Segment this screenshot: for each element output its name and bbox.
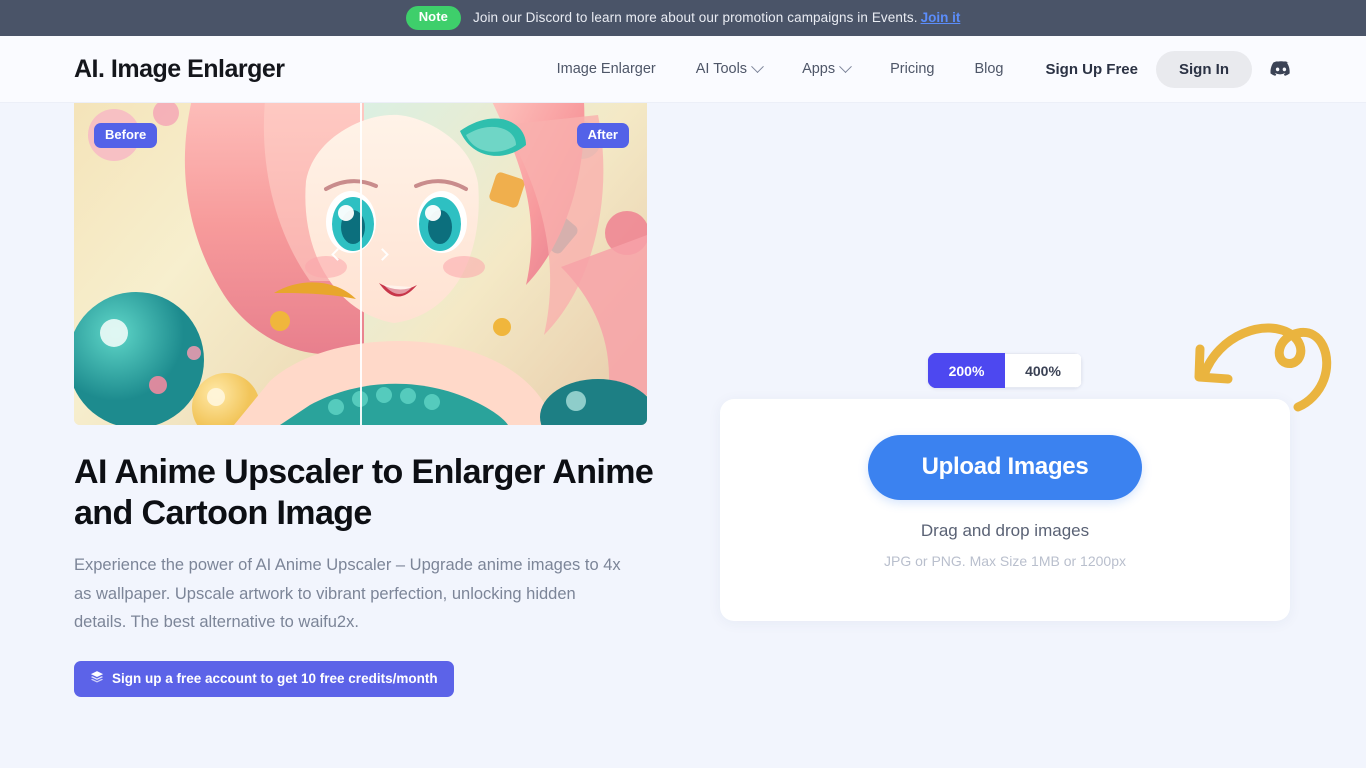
nav-label: Pricing <box>890 61 935 77</box>
discord-icon[interactable] <box>1270 58 1292 80</box>
nav-label: Apps <box>802 61 836 77</box>
hero-left-column: Before After AI Anime Upscaler to Enlarg… <box>74 85 674 698</box>
nav-label: AI Tools <box>695 61 748 77</box>
chevron-down-icon <box>839 59 852 73</box>
site-logo[interactable]: AI. Image Enlarger <box>74 55 285 84</box>
main-navigation: Image Enlarger AI Tools Apps Pricing Blo… <box>537 49 1292 89</box>
before-badge: Before <box>94 123 158 149</box>
nav-item-apps[interactable]: Apps <box>782 49 870 89</box>
page-description: Experience the power of AI Anime Upscale… <box>74 556 621 631</box>
site-header: AI. Image Enlarger Image Enlarger AI Too… <box>0 36 1366 103</box>
chevron-down-icon <box>751 59 764 73</box>
chevron-right-icon <box>376 247 389 261</box>
note-badge: Note <box>405 6 461 30</box>
nav-label: Image Enlarger <box>556 61 656 77</box>
sign-up-free-link[interactable]: Sign Up Free <box>1023 61 1156 78</box>
nav-item-blog[interactable]: Blog <box>954 49 1023 89</box>
nav-item-image-enlarger[interactable]: Image Enlarger <box>537 49 676 89</box>
after-badge: After <box>576 123 629 149</box>
chevron-left-icon <box>331 247 344 261</box>
notice-text: Join our Discord to learn more about our… <box>472 10 918 25</box>
sign-in-button[interactable]: Sign In <box>1156 50 1252 88</box>
page-title: AI Anime Upscaler to Enlarger Anime and … <box>74 453 654 533</box>
notice-text-wrap: Join our Discord to learn more about our… <box>473 9 960 27</box>
upload-images-button[interactable]: Upload Images <box>867 435 1143 500</box>
free-credits-label: Sign up a free account to get 10 free cr… <box>112 671 438 687</box>
layers-icon <box>90 670 104 687</box>
upload-dropzone-card[interactable]: Upload Images Drag and drop images JPG o… <box>720 399 1290 621</box>
scale-toggle-group[interactable]: 200% 400% <box>928 353 1082 388</box>
page-body: Before After AI Anime Upscaler to Enlarg… <box>0 85 1366 768</box>
drag-drop-label: Drag and drop images <box>920 521 1090 540</box>
free-credits-signup-button[interactable]: Sign up a free account to get 10 free cr… <box>74 661 454 698</box>
promo-notice-bar: Note Join our Discord to learn more abou… <box>0 0 1366 36</box>
comparison-slider-handle[interactable] <box>331 241 389 267</box>
scale-option-400[interactable]: 400% <box>1005 353 1082 388</box>
nav-item-pricing[interactable]: Pricing <box>870 49 954 89</box>
before-after-preview[interactable]: Before After <box>74 85 647 425</box>
join-it-link[interactable]: Join it <box>921 10 961 25</box>
nav-label: Blog <box>974 61 1004 77</box>
scale-option-200[interactable]: 200% <box>928 353 1005 388</box>
nav-item-ai-tools[interactable]: AI Tools <box>676 49 782 89</box>
file-constraints-hint: JPG or PNG. Max Size 1MB or 1200px <box>884 553 1126 569</box>
